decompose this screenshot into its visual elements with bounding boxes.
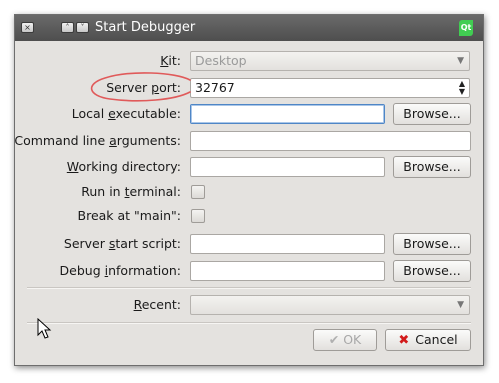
server-port-spinbox[interactable]: 32767 ▲ ▼ — [190, 78, 470, 98]
close-icon: × — [24, 23, 31, 32]
run-in-terminal-checkbox[interactable] — [191, 185, 205, 199]
qt-app-icon: Qt — [459, 20, 473, 36]
server-start-script-input[interactable] — [190, 234, 385, 254]
close-window-button[interactable]: × — [21, 22, 34, 33]
start-debugger-dialog: × ˄ ˅ Start Debugger Qt Kit: Desktop ▼ Se… — [14, 14, 484, 366]
chevron-down-icon: ▼ — [457, 300, 464, 310]
command-line-arguments-input[interactable] — [190, 131, 471, 151]
checkmark-icon: ✔ — [328, 332, 340, 347]
kit-value: Desktop — [195, 53, 247, 68]
cancel-x-icon: ✖ — [398, 333, 410, 348]
kit-label: Kit: — [160, 53, 181, 68]
recent-label: Recent: — [133, 297, 181, 312]
command-line-arguments-label: Command line arguments: — [14, 133, 181, 148]
separator — [27, 322, 471, 324]
server-start-script-label: Server start script: — [63, 236, 181, 251]
local-executable-input[interactable] — [190, 104, 385, 124]
working-directory-label: Working directory: — [66, 159, 181, 174]
working-directory-input[interactable] — [190, 157, 385, 177]
server-start-script-browse-button[interactable]: Browse... — [393, 233, 471, 255]
break-at-main-checkbox[interactable] — [191, 209, 205, 223]
ok-button[interactable]: ✔ OK — [313, 329, 377, 351]
spin-arrows-icon[interactable]: ▲ ▼ — [459, 80, 465, 96]
local-executable-browse-button[interactable]: Browse... — [393, 103, 471, 125]
separator — [27, 287, 471, 289]
window-title: Start Debugger — [95, 20, 196, 35]
chevron-up-icon: ˄ — [65, 23, 70, 32]
chevron-down-icon: ▼ — [457, 56, 464, 66]
cancel-button[interactable]: ✖ Cancel — [385, 329, 471, 351]
debug-information-browse-button[interactable]: Browse... — [393, 260, 471, 282]
debug-information-label: Debug information: — [59, 263, 181, 278]
mouse-cursor-icon — [37, 318, 52, 339]
run-in-terminal-label: Run in terminal: — [81, 184, 181, 199]
title-bar: × ˄ ˅ Start Debugger Qt — [15, 15, 483, 41]
break-at-main-label: Break at "main": — [77, 208, 181, 223]
chevron-down-icon: ˅ — [80, 23, 85, 32]
working-directory-browse-button[interactable]: Browse... — [393, 156, 471, 178]
recent-combobox[interactable]: ▼ — [190, 295, 470, 315]
maximize-window-button[interactable]: ˅ — [76, 22, 89, 33]
debug-information-input[interactable] — [190, 261, 385, 281]
server-port-value: 32767 — [195, 80, 235, 95]
local-executable-label: Local executable: — [71, 106, 181, 121]
kit-combobox[interactable]: Desktop ▼ — [190, 51, 470, 71]
minimize-window-button[interactable]: ˄ — [61, 22, 74, 33]
server-port-label: Server port: — [106, 80, 181, 95]
